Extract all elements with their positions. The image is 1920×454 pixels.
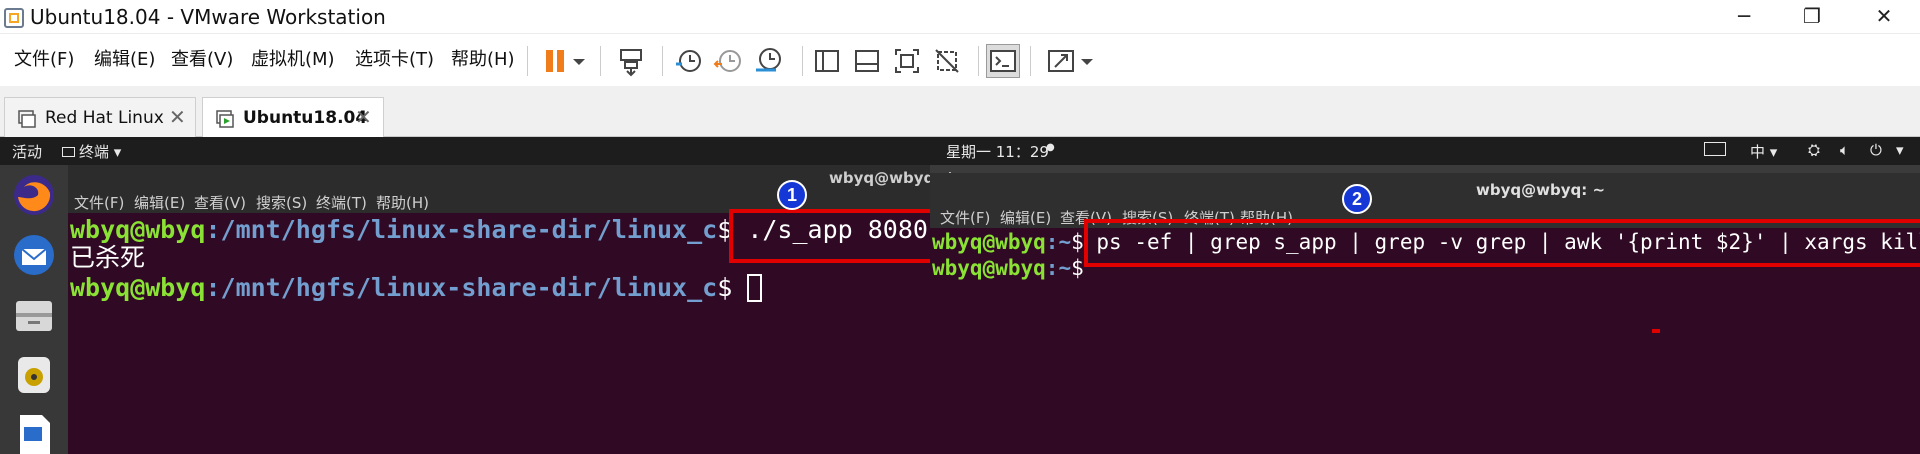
tab-bar: Red Hat Linux ✕ Ubuntu18.04 ✕ [0, 86, 1920, 137]
toolbar-separator [600, 46, 601, 76]
stretch-icon[interactable] [1044, 44, 1078, 78]
fullscreen-icon[interactable] [890, 44, 924, 78]
network-icon[interactable]: ⛭ [1808, 141, 1820, 159]
app-menu[interactable]: 终端 ▾ [62, 141, 121, 162]
prompt-path: :~ [1045, 256, 1072, 280]
terminal-cursor [747, 274, 763, 302]
manage-snapshots-icon[interactable] [752, 44, 786, 78]
prompt-symbol: $ [717, 273, 748, 302]
activities-button[interactable]: 活动 [12, 141, 42, 162]
menu-vm[interactable]: 虚拟机(M) [251, 48, 335, 72]
tmenu-file[interactable]: 文件(F) [74, 192, 124, 213]
red-mark [1652, 329, 1660, 333]
prompt-path: :/mnt/hgfs/linux-share-dir/linux_c [205, 215, 718, 244]
gnome-top-bar: 活动 终端 ▾ 星期一 11：29 ● 中 ▾ ⛭ 🔈︎ ⏻ ▾ [0, 137, 1920, 165]
menu-edit[interactable]: 编辑(E) [94, 48, 155, 72]
sidebar-icon[interactable] [810, 44, 844, 78]
terminal-window-left[interactable]: wbyq@wbyq: / 文件(F) 编辑(E) 查看(V) 搜索(S) 终端(… [68, 165, 996, 454]
unity-icon[interactable] [930, 44, 964, 78]
files-icon[interactable] [10, 291, 58, 339]
toolbar-separator [662, 46, 663, 76]
annotation-badge-2: 2 [1342, 184, 1372, 214]
snapshot-icon[interactable] [672, 44, 706, 78]
annotation-badge-1: 1 [777, 180, 807, 210]
firefox-icon[interactable] [10, 171, 58, 219]
chevron-down-icon: ▾ [113, 143, 122, 161]
thumbnail-icon[interactable] [850, 44, 884, 78]
terminal-line: wbyq@wbyq:~$ [932, 255, 1096, 281]
prompt-user: wbyq@wbyq [932, 230, 1046, 254]
maximize-button[interactable]: ❐ [1780, 0, 1844, 34]
console-icon [990, 50, 1016, 72]
ubuntu-dock [0, 165, 68, 454]
terminal-app-icon [62, 147, 75, 157]
input-method-label: 中 [1750, 143, 1766, 161]
terminal-output: 已杀死 [70, 243, 146, 272]
dropdown-icon[interactable] [1076, 44, 1098, 78]
menu-view[interactable]: 查看(V) [171, 48, 233, 72]
minimize-button[interactable]: ─ [1712, 0, 1776, 34]
chevron-down-icon[interactable]: ▾ [1896, 141, 1904, 159]
keyboard-icon[interactable] [1704, 142, 1726, 156]
terminal-window-right[interactable]: wbyq@wbyq: ~ 文件(F) 编辑(E) 查看(V) 搜索(S) 终端(… [930, 173, 1920, 454]
tmenu-terminal[interactable]: 终端(T) [316, 192, 367, 213]
terminal-title: wbyq@wbyq: ~ [1476, 181, 1606, 199]
prompt-user: wbyq@wbyq [932, 256, 1046, 280]
revert-snapshot-icon[interactable] [712, 44, 746, 78]
tab-red-hat-linux[interactable]: Red Hat Linux ✕ [4, 97, 196, 137]
clock[interactable]: 星期一 11：29 [946, 141, 1049, 162]
thunderbird-icon[interactable] [10, 231, 58, 279]
rhythmbox-icon[interactable] [10, 351, 58, 399]
notification-dot-icon: ● [1046, 142, 1055, 153]
toolbar-separator [802, 46, 803, 76]
tab-label: Ubuntu18.04 [243, 108, 368, 128]
menubar: 文件(F) 编辑(E) 查看(V) 虚拟机(M) 选项卡(T) 帮助(H) [0, 34, 1920, 86]
prompt-user: wbyq@wbyq [70, 273, 206, 302]
tmenu-view[interactable]: 查看(V) [194, 192, 246, 213]
toolbar-separator [978, 46, 979, 76]
prompt-user: wbyq@wbyq [70, 215, 206, 244]
vm-display[interactable]: 活动 终端 ▾ 星期一 11：29 ● 中 ▾ ⛭ 🔈︎ ⏻ ▾ wbyq@wb… [0, 137, 1920, 454]
prompt-path: :/mnt/hgfs/linux-share-dir/linux_c [205, 273, 718, 302]
vm-running-tab-icon [216, 110, 234, 128]
tab-ubuntu1804[interactable]: Ubuntu18.04 ✕ [202, 97, 384, 137]
tmenu-file[interactable]: 文件(F) [940, 207, 990, 228]
menu-help[interactable]: 帮助(H) [451, 48, 515, 72]
vm-tab-icon [18, 110, 36, 128]
tmenu-search[interactable]: 搜索(S) [256, 192, 307, 213]
app-menu-label: 终端 [79, 143, 110, 161]
dropdown-icon[interactable] [568, 44, 590, 78]
close-button[interactable]: ✕ [1852, 0, 1916, 34]
toolbar-separator [527, 46, 528, 76]
tab-label: Red Hat Linux [45, 108, 164, 128]
terminal-line: wbyq@wbyq:/mnt/hgfs/linux-share-dir/linu… [70, 273, 763, 303]
tmenu-edit[interactable]: 编辑(E) [1000, 207, 1051, 228]
input-method-indicator[interactable]: 中 ▾ [1750, 141, 1777, 162]
send-ctrl-alt-del-icon[interactable] [615, 44, 649, 78]
volume-icon[interactable]: 🔈︎ [1840, 141, 1849, 159]
menu-tabs[interactable]: 选项卡(T) [355, 48, 434, 72]
tab-close-icon[interactable]: ✕ [355, 105, 372, 129]
power-icon[interactable]: ⏻ [1870, 141, 1882, 159]
window-titlebar: Ubuntu18.04 - VMware Workstation ─ ❐ ✕ [0, 0, 1920, 34]
tmenu-help[interactable]: 帮助(H) [376, 192, 429, 213]
highlight-box-2 [1084, 219, 1920, 267]
prompt-path: :~ [1045, 230, 1072, 254]
libreoffice-writer-icon[interactable] [10, 411, 58, 454]
toolbar-separator [1030, 46, 1031, 76]
tab-close-icon[interactable]: ✕ [169, 105, 186, 129]
tmenu-edit[interactable]: 编辑(E) [134, 192, 185, 213]
window-title: Ubuntu18.04 - VMware Workstation [30, 5, 386, 29]
vmware-app-icon [4, 8, 24, 28]
console-view-toggle[interactable] [986, 44, 1020, 78]
menu-file[interactable]: 文件(F) [14, 48, 74, 72]
chevron-down-icon: ▾ [1769, 143, 1778, 161]
